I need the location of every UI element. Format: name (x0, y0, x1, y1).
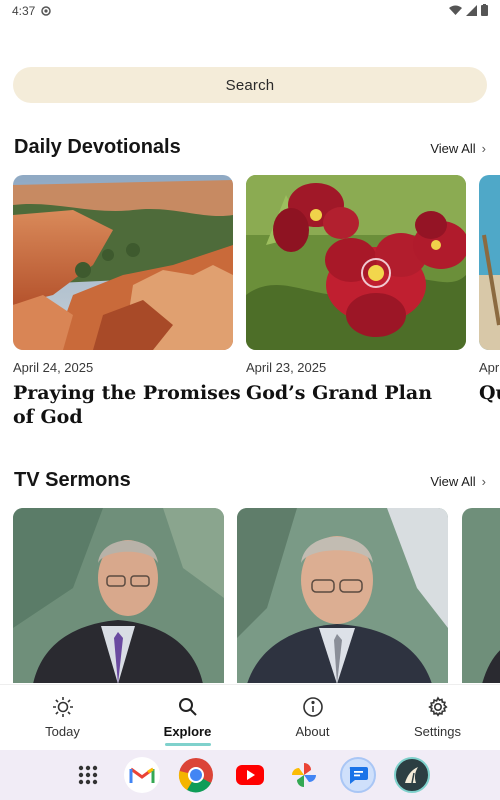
canyon-image (13, 175, 233, 350)
nav-settings[interactable]: Settings (375, 685, 500, 750)
sermons-view-all-button[interactable]: View All › (430, 474, 486, 489)
sermon-thumbnail[interactable] (462, 508, 500, 683)
gmail-icon[interactable] (124, 757, 160, 793)
devotional-date: April 24, 2025 (13, 360, 94, 375)
sermon-thumbnail[interactable] (13, 508, 224, 683)
devotional-title: Praying the Promises of God (13, 382, 241, 428)
orchid-image (246, 175, 466, 350)
sermon-thumbnail[interactable] (237, 508, 448, 683)
devotional-card[interactable]: Apr Qu Sa (479, 175, 500, 405)
chevron-right-icon: › (481, 141, 486, 156)
devotional-title: God’s Grand Plan (246, 382, 433, 404)
devotionals-carousel[interactable]: April 24, 2025 Praying the Promises of G… (13, 175, 500, 445)
nav-explore[interactable]: Explore (125, 685, 250, 750)
devotional-date: April 23, 2025 (246, 360, 327, 375)
chrome-icon[interactable] (178, 757, 214, 793)
status-time: 4:37 (12, 4, 36, 18)
nav-today-label: Today (45, 724, 80, 739)
search-bar-label: Search (225, 76, 275, 94)
nav-about[interactable]: About (250, 685, 375, 750)
system-taskbar (0, 750, 500, 800)
devotional-date: Apr (479, 360, 500, 375)
signal-icon (466, 4, 477, 16)
app-grid-icon[interactable] (70, 757, 106, 793)
devotional-card[interactable]: April 24, 2025 Praying the Promises of G… (13, 175, 243, 429)
chevron-right-icon: › (481, 474, 486, 489)
devotional-card[interactable]: April 23, 2025 God’s Grand Plan (246, 175, 476, 405)
devotionals-view-all-button[interactable]: View All › (430, 141, 486, 156)
status-bar: 4:37 (0, 0, 500, 22)
messages-icon[interactable] (340, 757, 376, 793)
gear-icon (427, 696, 448, 717)
nav-today[interactable]: Today (0, 685, 125, 750)
beach-image (479, 175, 500, 350)
battery-icon (481, 4, 488, 16)
sermons-heading: TV Sermons (14, 469, 131, 491)
bottom-navigation: Today Explore About Settings (0, 684, 500, 750)
nav-explore-label: Explore (163, 724, 212, 739)
status-dot-icon (41, 6, 52, 16)
devotional-title: Qu Sa (479, 382, 500, 404)
sermons-view-all-label: View All (430, 474, 476, 489)
nav-about-label: About (295, 724, 330, 739)
sun-icon (52, 697, 73, 717)
devotionals-view-all-label: View All (430, 141, 476, 156)
photos-icon[interactable] (286, 757, 322, 793)
devotionals-heading: Daily Devotionals (14, 136, 181, 158)
wifi-icon (449, 5, 462, 15)
nav-settings-label: Settings (414, 724, 461, 739)
search-bar[interactable]: Search (13, 67, 487, 103)
info-icon (302, 697, 323, 717)
app-icon[interactable] (394, 757, 430, 793)
search-icon (178, 698, 197, 716)
sermons-carousel[interactable] (13, 508, 500, 684)
youtube-icon[interactable] (232, 757, 268, 793)
